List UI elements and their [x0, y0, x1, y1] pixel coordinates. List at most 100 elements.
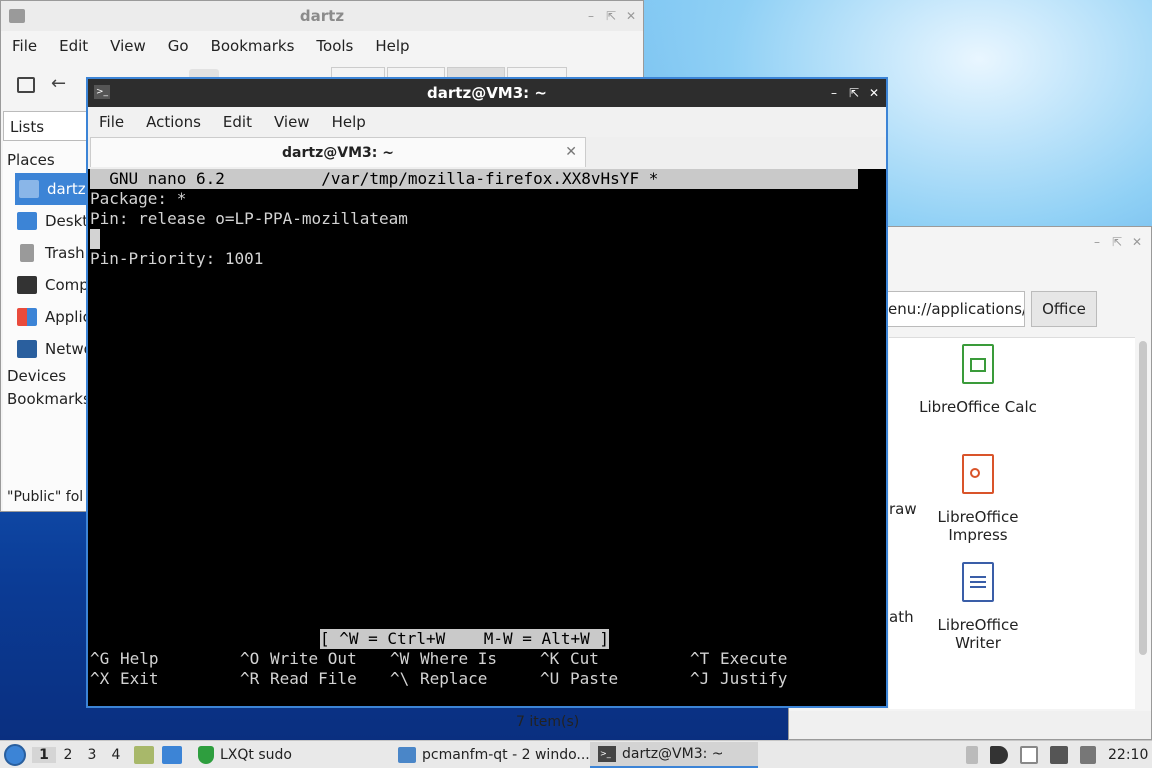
clipboard-icon[interactable] — [1020, 746, 1038, 764]
maximize-icon[interactable]: ⇱ — [603, 8, 619, 24]
side-pane-tab[interactable]: Lists — [3, 111, 87, 141]
computer-icon — [17, 276, 37, 294]
menu-help[interactable]: Help — [364, 37, 420, 55]
file-manager-menubar: File Edit View Go Bookmarks Tools Help — [1, 31, 643, 61]
spreadsheet-icon — [962, 344, 994, 384]
terminal-console[interactable]: GNU nano 6.2 /var/tmp/mozilla-firefox.XX… — [88, 169, 886, 706]
menu-file[interactable]: File — [1, 37, 48, 55]
minimize-icon[interactable]: – — [1089, 234, 1105, 250]
lxqt-logo-icon — [4, 744, 26, 766]
folder-icon — [398, 747, 416, 763]
menu-actions[interactable]: Actions — [135, 113, 212, 131]
sidebar-item-label: Applic — [45, 308, 87, 326]
sidebar-item-desktop[interactable]: Deskt — [3, 205, 87, 237]
workspace-switcher: 1 2 3 4 — [32, 741, 128, 768]
terminal-app-icon: >_ — [598, 746, 616, 762]
app-label: LibreOffice Calc — [919, 398, 1037, 416]
nano-header-bar: GNU nano 6.2 /var/tmp/mozilla-firefox.XX… — [90, 169, 858, 189]
task-terminal[interactable]: >_ dartz@VM3: ~ — [590, 741, 758, 768]
file-manager-titlebar[interactable]: dartz – ⇱ ✕ — [1, 1, 643, 31]
workspace-3[interactable]: 3 — [80, 747, 104, 763]
app-label: LibreOffice Writer — [937, 616, 1019, 652]
network-icon[interactable] — [1050, 746, 1068, 764]
document-icon — [962, 562, 994, 602]
workspace-2[interactable]: 2 — [56, 747, 80, 763]
maximize-icon[interactable]: ⇱ — [1109, 234, 1125, 250]
keyboard-icon[interactable] — [1080, 746, 1096, 764]
minimize-icon[interactable]: – — [583, 8, 599, 24]
shortcut-label: Cut — [570, 649, 599, 668]
file-manager-icon[interactable] — [134, 746, 154, 764]
terminal-titlebar[interactable]: >_ dartz@VM3: ~ – ⇱ ✕ — [88, 79, 886, 107]
sidebar-item-network[interactable]: Netwo — [3, 333, 87, 365]
menu-bookmarks[interactable]: Bookmarks — [200, 37, 306, 55]
new-tab-icon[interactable] — [17, 77, 35, 93]
menu-go[interactable]: Go — [157, 37, 200, 55]
menu-tools[interactable]: Tools — [305, 37, 364, 55]
task-label: dartz@VM3: ~ — [622, 746, 724, 762]
shortcut-key: ^G — [90, 649, 110, 668]
sidebar-item-computer[interactable]: Comp — [3, 269, 87, 301]
menu-edit[interactable]: Edit — [48, 37, 99, 55]
volume-icon[interactable] — [990, 746, 1008, 764]
places-heading: Places — [7, 151, 55, 169]
tab-label: dartz@VM3: ~ — [282, 144, 394, 161]
shortcut-key: ^W — [390, 649, 410, 668]
menu-edit[interactable]: Edit — [212, 113, 263, 131]
close-icon[interactable]: ✕ — [623, 8, 639, 24]
network-icon — [17, 340, 37, 358]
window-title: dartz@VM3: ~ — [427, 84, 547, 102]
sidebar-item-label: Comp — [45, 276, 87, 294]
editor-line: Pin-Priority: 1001 — [90, 249, 264, 268]
menu-view[interactable]: View — [263, 113, 321, 131]
sidebar-item-applications[interactable]: Applic — [3, 301, 87, 333]
applications-icon — [17, 308, 37, 326]
devices-heading[interactable]: Devices — [3, 365, 87, 387]
menu-help[interactable]: Help — [321, 113, 377, 131]
shortcut-label: Write Out — [270, 649, 357, 668]
nano-status-hint: [ ^W = Ctrl+W M-W = Alt+W ] — [320, 629, 609, 649]
close-icon[interactable]: ✕ — [866, 85, 882, 101]
location-path-button[interactable]: enu://applications/ — [885, 291, 1025, 327]
trash-icon — [20, 244, 34, 262]
show-desktop-icon[interactable] — [162, 746, 182, 764]
system-tray: 22:10 — [960, 741, 1148, 768]
sidebar-item-trash[interactable]: Trash — [3, 237, 87, 269]
app-item-calc[interactable]: LibreOffice Calc — [913, 344, 1043, 416]
workspace-1[interactable]: 1 — [32, 747, 56, 763]
sidebar-item-label: dartz — [47, 180, 86, 198]
task-lxqt-sudo[interactable]: LXQt sudo — [190, 741, 300, 768]
maximize-icon[interactable]: ⇱ — [846, 85, 862, 101]
clock[interactable]: 22:10 — [1108, 747, 1148, 763]
folder-view: raw ath LibreOffice Calc LibreOffice Imp… — [889, 337, 1135, 709]
minimize-icon[interactable]: – — [826, 85, 842, 101]
scrollbar-thumb[interactable] — [1139, 341, 1147, 655]
start-menu-button[interactable] — [4, 741, 26, 768]
partial-item-label[interactable]: ath — [889, 608, 914, 626]
workspace-4[interactable]: 4 — [104, 747, 128, 763]
home-folder-icon — [19, 180, 39, 198]
app-item-impress[interactable]: LibreOffice Impress — [913, 454, 1043, 544]
file-manager-statusbar: "Public" fol — [7, 489, 84, 505]
terminal-tab[interactable]: dartz@VM3: ~ ✕ — [90, 137, 586, 167]
shortcut-label: Where Is — [420, 649, 498, 668]
back-arrow-icon[interactable]: ← — [51, 73, 66, 94]
shortcut-label: Help — [120, 649, 159, 668]
text-cursor — [90, 229, 100, 249]
path-button-office[interactable]: Office — [1031, 291, 1097, 327]
app-item-writer[interactable]: LibreOffice Writer — [913, 562, 1043, 652]
vertical-scrollbar[interactable] — [1137, 337, 1149, 709]
close-icon[interactable]: ✕ — [1129, 234, 1145, 250]
sidebar-item-home[interactable]: dartz — [15, 173, 87, 205]
bookmarks-heading[interactable]: Bookmarks — [3, 387, 91, 411]
file-manager-sidebar: Lists Places dartz Deskt Trash Comp Appl… — [3, 111, 91, 511]
menu-view[interactable]: View — [99, 37, 157, 55]
task-pcmanfm[interactable]: pcmanfm-qt - 2 windo... — [390, 741, 598, 768]
shortcut-label: Exit — [120, 669, 159, 688]
shortcut-key: ^R — [240, 669, 260, 688]
applications-statusbar — [789, 711, 1151, 739]
close-tab-icon[interactable]: ✕ — [565, 144, 577, 160]
menu-file[interactable]: File — [88, 113, 135, 131]
notification-arrow-icon[interactable] — [966, 746, 978, 764]
terminal-window: >_ dartz@VM3: ~ – ⇱ ✕ File Actions Edit … — [86, 77, 888, 708]
